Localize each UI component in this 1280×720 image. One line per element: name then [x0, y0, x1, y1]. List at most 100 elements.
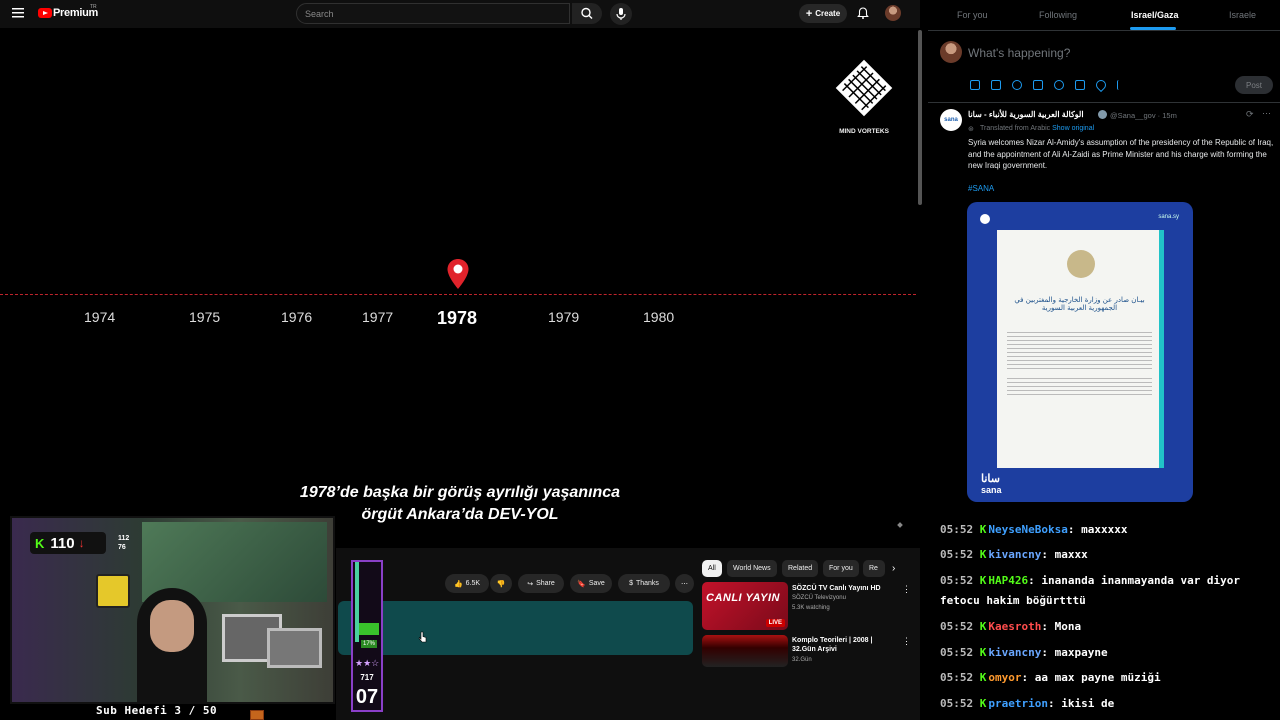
chat-username[interactable]: kivancny	[988, 548, 1041, 561]
brand-country: TR	[90, 4, 97, 10]
meter-value: 717	[360, 673, 374, 682]
recommendation-thumbnail[interactable]: CANLI YAYIN LIVE	[702, 582, 788, 630]
thanks-button[interactable]: $ Thanks	[618, 574, 670, 593]
create-button[interactable]: + Create	[799, 4, 847, 23]
chat-username[interactable]: HAP426	[988, 574, 1028, 587]
chat-timestamp: 05:52	[940, 548, 980, 561]
meter-side-bar	[355, 562, 359, 642]
tab-israel-gaza[interactable]: Israel/Gaza	[1131, 10, 1179, 20]
live-badge: LIVE	[765, 619, 785, 627]
recommendation-menu-icon[interactable]: ⋮	[902, 584, 911, 595]
search-button[interactable]	[572, 3, 602, 24]
search-input[interactable]: Search	[296, 3, 570, 24]
kick-sub-badge-icon: K	[979, 523, 987, 536]
tweet-author-name[interactable]: الوكالة العربية السورية للأنباء - سانا	[968, 110, 1084, 119]
arrow-down-icon: ↓	[78, 536, 85, 550]
page-scrollbar[interactable]	[918, 30, 922, 205]
compose-input[interactable]: What's happening?	[968, 46, 1070, 60]
more-actions-button[interactable]: ⋯	[675, 574, 694, 593]
recommendation-views: 5.3K watching	[792, 605, 830, 611]
video-player[interactable]: MIND VORTEKS 1974 1975 1976 1977 1978 19…	[0, 28, 920, 548]
recommendation-thumbnail[interactable]	[702, 635, 788, 667]
tweet-hashtag[interactable]: #SANA	[968, 184, 994, 193]
menu-icon[interactable]	[12, 8, 24, 18]
poll-icon[interactable]	[1033, 80, 1043, 90]
like-button[interactable]: 👍 6.5K	[445, 574, 489, 593]
goal-progress-icon	[250, 710, 264, 720]
chat-message: 05:52 Kpraetrion: ikisi de	[940, 694, 1270, 714]
recommendation-title[interactable]: SÖZCÜ TV Canlı Yayını HD	[792, 584, 892, 593]
thanks-icon: $	[629, 580, 633, 587]
recommendation-title[interactable]: Komplo Teorileri | 2008 | 32.Gün Arşivi	[792, 636, 892, 654]
create-label: Create	[815, 9, 841, 18]
card-site: sana.sy	[1158, 214, 1179, 220]
chat-username[interactable]: NeyseNeBoksa	[988, 523, 1067, 536]
show-original-link[interactable]: Show original	[1052, 125, 1094, 132]
kick-sub-badge-icon: K	[979, 574, 987, 587]
chat-message: 05:52 K HAP426: inananda inanmayanda var …	[940, 571, 1270, 611]
thumbs-up-icon: 👍	[453, 580, 463, 588]
translated-text: Translated from Arabic	[980, 125, 1051, 132]
recommendation-channel[interactable]: SÖZCÜ Televizyonu	[792, 595, 846, 601]
statement-text-lines	[1007, 332, 1152, 372]
chat-username[interactable]: praetrion	[988, 697, 1048, 710]
notifications-bell-icon[interactable]	[856, 6, 870, 20]
translate-icon: ⊛	[968, 126, 974, 133]
tab-israele[interactable]: Israele	[1229, 10, 1256, 20]
meter-big-number: 07	[355, 686, 379, 708]
chat-text: : maxxxxx	[1067, 523, 1128, 536]
chat-timestamp: 05:52	[940, 671, 980, 684]
save-button[interactable]: 🔖 Save	[570, 574, 612, 593]
timeline-active-year: 1978	[437, 308, 478, 328]
sana-avatar[interactable]: sana	[940, 109, 962, 131]
share-icon: ↪	[527, 580, 534, 588]
chip-related[interactable]: Related	[782, 560, 819, 577]
recommendation-menu-icon[interactable]: ⋮	[902, 636, 911, 647]
tweet-more-icon[interactable]: ⋯	[1262, 108, 1271, 119]
post-button[interactable]: Post	[1235, 76, 1273, 94]
voice-search-button[interactable]	[610, 3, 632, 25]
account-avatar[interactable]	[885, 5, 901, 21]
timeline-line	[0, 294, 916, 295]
dislike-button[interactable]: 👎	[490, 574, 512, 593]
chat-username[interactable]: Kaesroth	[988, 620, 1041, 633]
chip-all[interactable]: All	[702, 560, 722, 577]
share-button[interactable]: ↪ Share	[518, 574, 564, 593]
image-icon[interactable]	[970, 80, 980, 90]
stream-meter: 17% ★★☆ 717 07	[351, 560, 383, 712]
divider	[928, 102, 1280, 103]
chat-timestamp: 05:52	[940, 697, 980, 710]
sana-logo: سانا	[981, 473, 1000, 485]
kick-count: 110	[50, 534, 75, 552]
chip-for-you[interactable]: For you	[823, 560, 859, 577]
statement-document: بيـان صادر عن وزارة الخارجية والمغتربين …	[997, 230, 1164, 468]
kick-sub-badge-icon: K	[979, 697, 987, 710]
description-box[interactable]	[338, 601, 693, 655]
grok-icon[interactable]	[1012, 80, 1022, 90]
mouse-cursor-icon	[418, 631, 427, 643]
gif-icon[interactable]	[991, 80, 1001, 90]
tab-following[interactable]: Following	[1039, 10, 1077, 20]
timeline-year: 1974	[84, 309, 116, 325]
stream-stats: 112 76	[118, 534, 129, 552]
chat-text: : aa max payne müziği	[1021, 671, 1161, 684]
chip-partial[interactable]: Re	[863, 560, 885, 577]
chat-timestamp: 05:52	[940, 620, 980, 633]
chip-world-news[interactable]: World News	[727, 560, 777, 577]
sana-logo-latin: sana	[981, 485, 1002, 495]
tab-for-you[interactable]: For you	[957, 10, 988, 20]
tweet-image[interactable]: sana.sy بيـان صادر عن وزارة الخارجية وال…	[967, 202, 1193, 502]
user-avatar[interactable]	[940, 41, 962, 63]
chat-text: : maxpayne	[1041, 646, 1108, 659]
kick-sub-badge-icon: K	[979, 671, 987, 684]
chips-next-icon[interactable]: ›	[892, 563, 895, 574]
settings-dot-icon[interactable]	[897, 522, 903, 528]
emoji-icon[interactable]	[1054, 80, 1064, 90]
youtube-logo-icon[interactable]	[38, 8, 52, 18]
tweet-handle[interactable]: @Sana__gov · 15m	[1110, 111, 1177, 120]
schedule-icon[interactable]	[1075, 80, 1085, 90]
flag-icon[interactable]	[1117, 80, 1127, 90]
chat-username[interactable]: omyor	[988, 671, 1021, 684]
chat-username[interactable]: kivancny	[988, 646, 1041, 659]
grok-tweet-icon[interactable]: ⟳	[1246, 109, 1254, 120]
